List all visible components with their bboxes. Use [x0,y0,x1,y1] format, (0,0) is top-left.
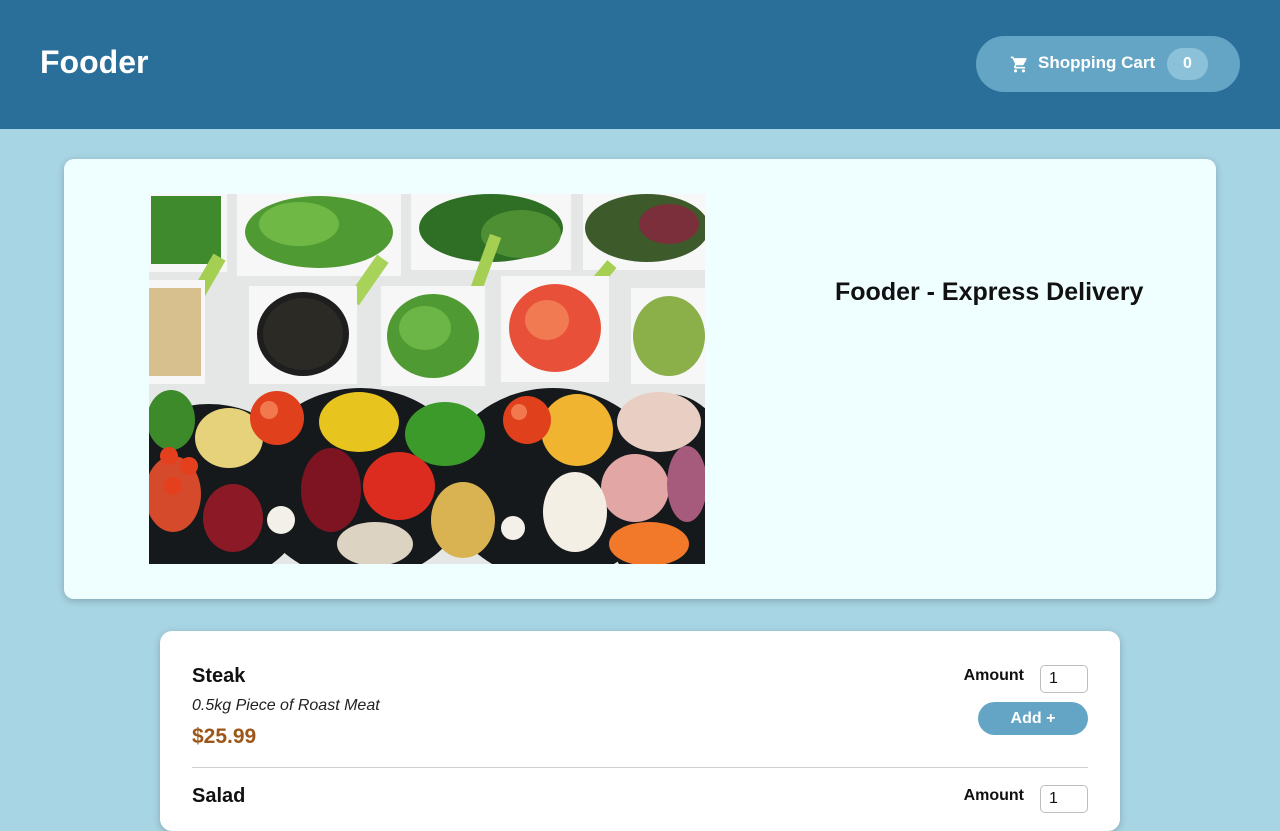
app-header: Fooder Shopping Cart 0 [0,0,1280,129]
amount-input[interactable] [1040,665,1088,693]
amount-label: Amount [963,667,1024,684]
meal-price: $25.99 [192,725,257,748]
cart-icon [1010,56,1027,73]
cart-count-badge: 0 [1167,48,1208,80]
meal-name: Salad [192,785,246,807]
salad-ingredients-illustration [149,194,705,564]
hero-image [149,194,705,564]
amount-label: Amount [963,787,1024,804]
brand-logo[interactable]: Fooder [40,44,148,81]
meal-description: 0.5kg Piece of Roast Meat [192,697,380,714]
meals-list: Steak 0.5kg Piece of Roast Meat $25.99 A… [160,631,1120,831]
meal-name: Steak [192,665,246,687]
amount-input[interactable] [1040,785,1088,813]
hero-card: Fooder - Express Delivery [64,159,1216,599]
add-to-cart-button[interactable]: Add + [978,702,1088,735]
shopping-cart-button[interactable]: Shopping Cart 0 [976,36,1240,92]
cart-label: Shopping Cart [1038,53,1156,72]
hero-title: Fooder - Express Delivery [835,278,1144,306]
divider [192,767,1088,768]
